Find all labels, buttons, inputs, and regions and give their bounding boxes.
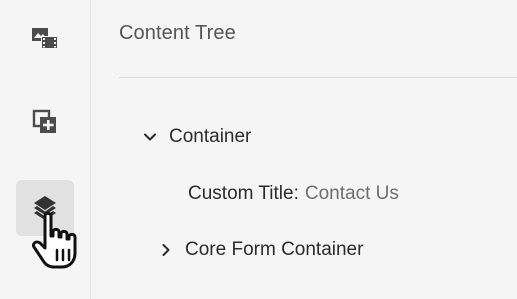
tree-node-core-form-container[interactable]: Core Form Container: [159, 239, 363, 261]
tree-node-label: Container: [169, 126, 252, 147]
side-rail: [0, 0, 91, 299]
chevron-right-icon[interactable]: [159, 243, 173, 257]
panel-title: Content Tree: [119, 22, 236, 44]
property-key: Custom Title:: [188, 183, 299, 204]
chevron-down-icon[interactable]: [143, 130, 157, 144]
content-tree-panel: Content Tree Container Custom Title: Con…: [91, 0, 517, 299]
content-tree-rail-button[interactable]: [16, 180, 74, 236]
media-icon: [32, 28, 58, 49]
assets-rail-button[interactable]: [16, 10, 74, 66]
layers-icon: [34, 196, 56, 220]
tree-node-container[interactable]: Container: [143, 126, 251, 148]
tree-node-property[interactable]: Custom Title: Contact Us: [188, 183, 399, 205]
panel-divider: [119, 77, 517, 78]
components-rail-button[interactable]: [16, 94, 74, 150]
editor-app: Content Tree Container Custom Title: Con…: [0, 0, 517, 299]
property-value: Contact Us: [304, 183, 399, 204]
components-icon: [32, 109, 56, 133]
tree-node-label: Core Form Container: [185, 239, 364, 260]
